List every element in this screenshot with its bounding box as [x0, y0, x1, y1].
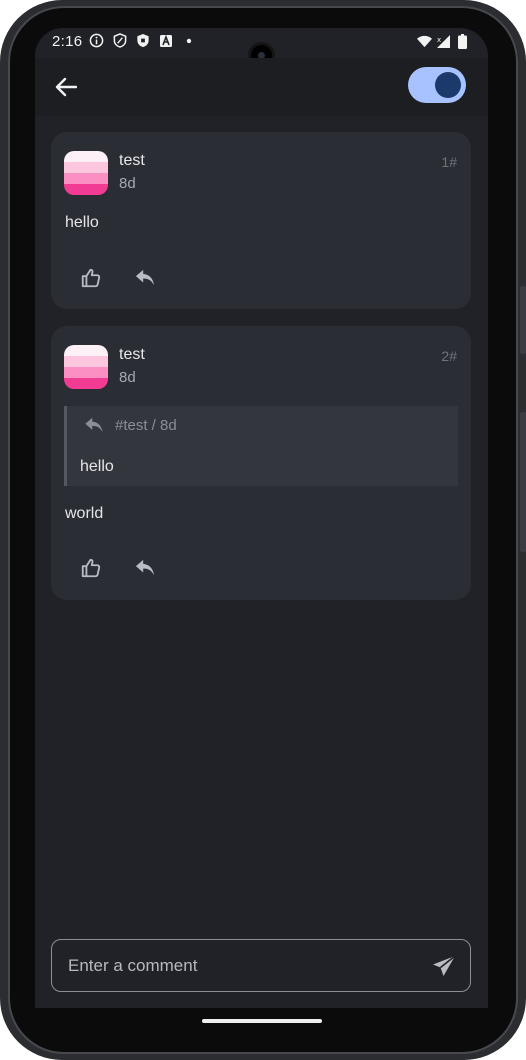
signal-icon: x: [436, 34, 451, 49]
theme-toggle[interactable]: [408, 67, 466, 103]
post-body: world: [65, 505, 104, 522]
toggle-knob: [435, 72, 461, 98]
send-button[interactable]: [430, 952, 458, 980]
post-time: 8d: [119, 369, 136, 386]
reply-button[interactable]: [133, 266, 157, 290]
post-body: hello: [65, 214, 99, 231]
app-a-icon: [158, 33, 173, 48]
reply-icon: [135, 559, 155, 576]
send-icon: [433, 955, 456, 976]
post-actions: [79, 556, 157, 580]
comment-box: [51, 939, 471, 992]
post-time: 8d: [119, 175, 136, 192]
shield-filled-icon: [135, 33, 150, 48]
post-username[interactable]: test: [119, 346, 145, 364]
app-bar: [35, 58, 488, 116]
avatar[interactable]: [64, 151, 108, 195]
power-button: [520, 412, 526, 552]
status-icons-left: [89, 33, 196, 48]
thumbs-up-icon: [81, 268, 101, 288]
quote-header: #test / 8d: [83, 416, 177, 435]
status-time: 2:16: [52, 33, 83, 50]
gesture-handle[interactable]: [202, 1019, 322, 1023]
comment-bar: [35, 924, 488, 1008]
like-button[interactable]: [79, 556, 103, 580]
shield-icon: [112, 33, 127, 48]
avatar[interactable]: [64, 345, 108, 389]
status-icons-right: x: [417, 34, 470, 49]
info-icon: [89, 33, 104, 48]
dot-icon: [181, 33, 196, 48]
arrow-left-icon: [55, 77, 77, 97]
battery-icon: [455, 34, 470, 49]
reply-icon: [85, 417, 103, 433]
svg-text:x: x: [437, 36, 441, 44]
quote-body: hello: [80, 458, 114, 475]
back-button[interactable]: [51, 72, 81, 102]
comment-input[interactable]: [68, 940, 408, 991]
reply-icon: [135, 269, 155, 286]
post-actions: [79, 266, 157, 290]
thumbs-up-icon: [81, 558, 101, 578]
app-screen: 2:16 x test 8d 1# hello test 8d 2# #test…: [35, 28, 488, 1008]
reply-button[interactable]: [133, 556, 157, 580]
post-number: 2#: [441, 348, 457, 364]
post-username[interactable]: test: [119, 152, 145, 170]
post-card: test 8d 2# #test / 8d hello world: [51, 326, 471, 600]
like-button[interactable]: [79, 266, 103, 290]
quote-reference: #test / 8d: [115, 417, 177, 434]
post-card: test 8d 1# hello: [51, 132, 471, 309]
post-number: 1#: [441, 154, 457, 170]
quoted-reply[interactable]: #test / 8d hello: [64, 406, 458, 486]
volume-button: [520, 286, 526, 354]
wifi-icon: [417, 34, 432, 49]
